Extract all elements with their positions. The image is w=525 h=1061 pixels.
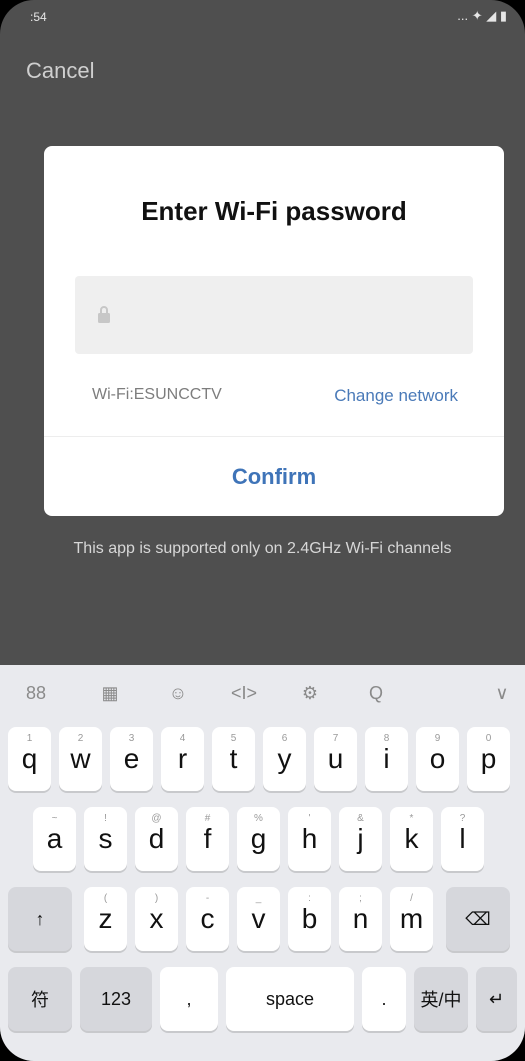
symbols-key[interactable]: 符 [8,967,72,1031]
chevron-down-icon[interactable]: ∨ [488,679,516,707]
key-m[interactable]: / m [390,887,433,951]
keyboard-toolbar: 88 ▦ ☺ <I> ⚙ Q ∨ [0,665,525,723]
cursor-icon[interactable]: <I> [230,679,258,707]
key-e[interactable]: 3e [110,727,153,791]
cancel-button[interactable]: Cancel [26,58,94,84]
status-icons: ... ✦ ◢ ▮ [457,8,507,23]
keyboard-icon[interactable]: ▦ [96,679,124,707]
change-network-link[interactable]: Change network [334,386,458,406]
lock-icon [98,306,110,323]
key-p[interactable]: 0p [467,727,510,791]
key-o[interactable]: 9o [416,727,459,791]
shift-icon: ↑ [35,908,45,929]
divider [44,436,504,437]
phone-screen: :54 ... ✦ ◢ ▮ Cancel Enter Wi-Fi passwor… [0,0,525,1061]
key-row-2: ~ a ! s @ d # f % g ' h & j * k ? l [0,807,525,877]
key-h[interactable]: ' h [288,807,331,871]
layout-icon[interactable]: 88 [22,679,50,707]
enter-key[interactable]: ↵ [476,967,517,1031]
period-key[interactable]: . [362,967,406,1031]
wifi-band-notice: This app is supported only on 2.4GHz Wi-… [73,540,452,557]
key-q[interactable]: 1q [8,727,51,791]
language-switch-key[interactable]: 英/中 [414,967,468,1031]
emoji-icon[interactable]: ☺ [164,679,192,707]
key-row-3: ↑ (z ) x -c _ v :b ; n / m ⌫ [0,887,525,957]
comma-key[interactable]: , [160,967,218,1031]
confirm-button[interactable]: Confirm [44,464,504,490]
wifi-password-dialog: Enter Wi-Fi password Wi-Fi:ESUNCCTV Chan… [44,146,504,516]
search-icon[interactable]: Q [362,679,390,707]
key-k[interactable]: * k [390,807,433,871]
password-field[interactable] [75,276,473,354]
key-v[interactable]: _ v [237,887,280,951]
wifi-network-label: Wi-Fi:ESUNCCTV [92,386,222,403]
key-n[interactable]: ; n [339,887,382,951]
shift-key[interactable]: ↑ [8,887,72,951]
onscreen-keyboard: 88 ▦ ☺ <I> ⚙ Q ∨ 1q 2w 3e 4r 5t 6y 7u 8i… [0,665,525,1061]
key-l[interactable]: ? l [441,807,484,871]
backspace-key[interactable]: ⌫ [446,887,510,951]
backspace-icon: ⌫ [465,908,491,929]
key-f[interactable]: # f [186,807,229,871]
key-b[interactable]: :b [288,887,331,951]
clip-icon[interactable]: ⚙ [296,679,324,707]
key-d[interactable]: @ d [135,807,178,871]
key-j[interactable]: & j [339,807,382,871]
key-s[interactable]: ! s [84,807,127,871]
key-t[interactable]: 5t [212,727,255,791]
key-a[interactable]: ~ a [33,807,76,871]
numbers-key[interactable]: 123 [80,967,152,1031]
key-row-1: 1q 2w 3e 4r 5t 6y 7u 8i 9o 0p [0,727,525,797]
key-y[interactable]: 6y [263,727,306,791]
enter-icon: ↵ [488,988,505,1009]
key-i[interactable]: 8i [365,727,408,791]
key-g[interactable]: % g [237,807,280,871]
key-x[interactable]: ) x [135,887,178,951]
key-z[interactable]: (z [84,887,127,951]
key-c[interactable]: -c [186,887,229,951]
status-time: :54 [30,10,47,24]
key-row-4: 符 123 , space . 英/中 ↵ [0,967,525,1037]
space-key[interactable]: space [226,967,354,1031]
dialog-title: Enter Wi-Fi password [141,196,407,226]
key-r[interactable]: 4r [161,727,204,791]
key-w[interactable]: 2w [59,727,102,791]
status-bar: :54 ... ✦ ◢ ▮ [0,0,525,34]
key-u[interactable]: 7u [314,727,357,791]
